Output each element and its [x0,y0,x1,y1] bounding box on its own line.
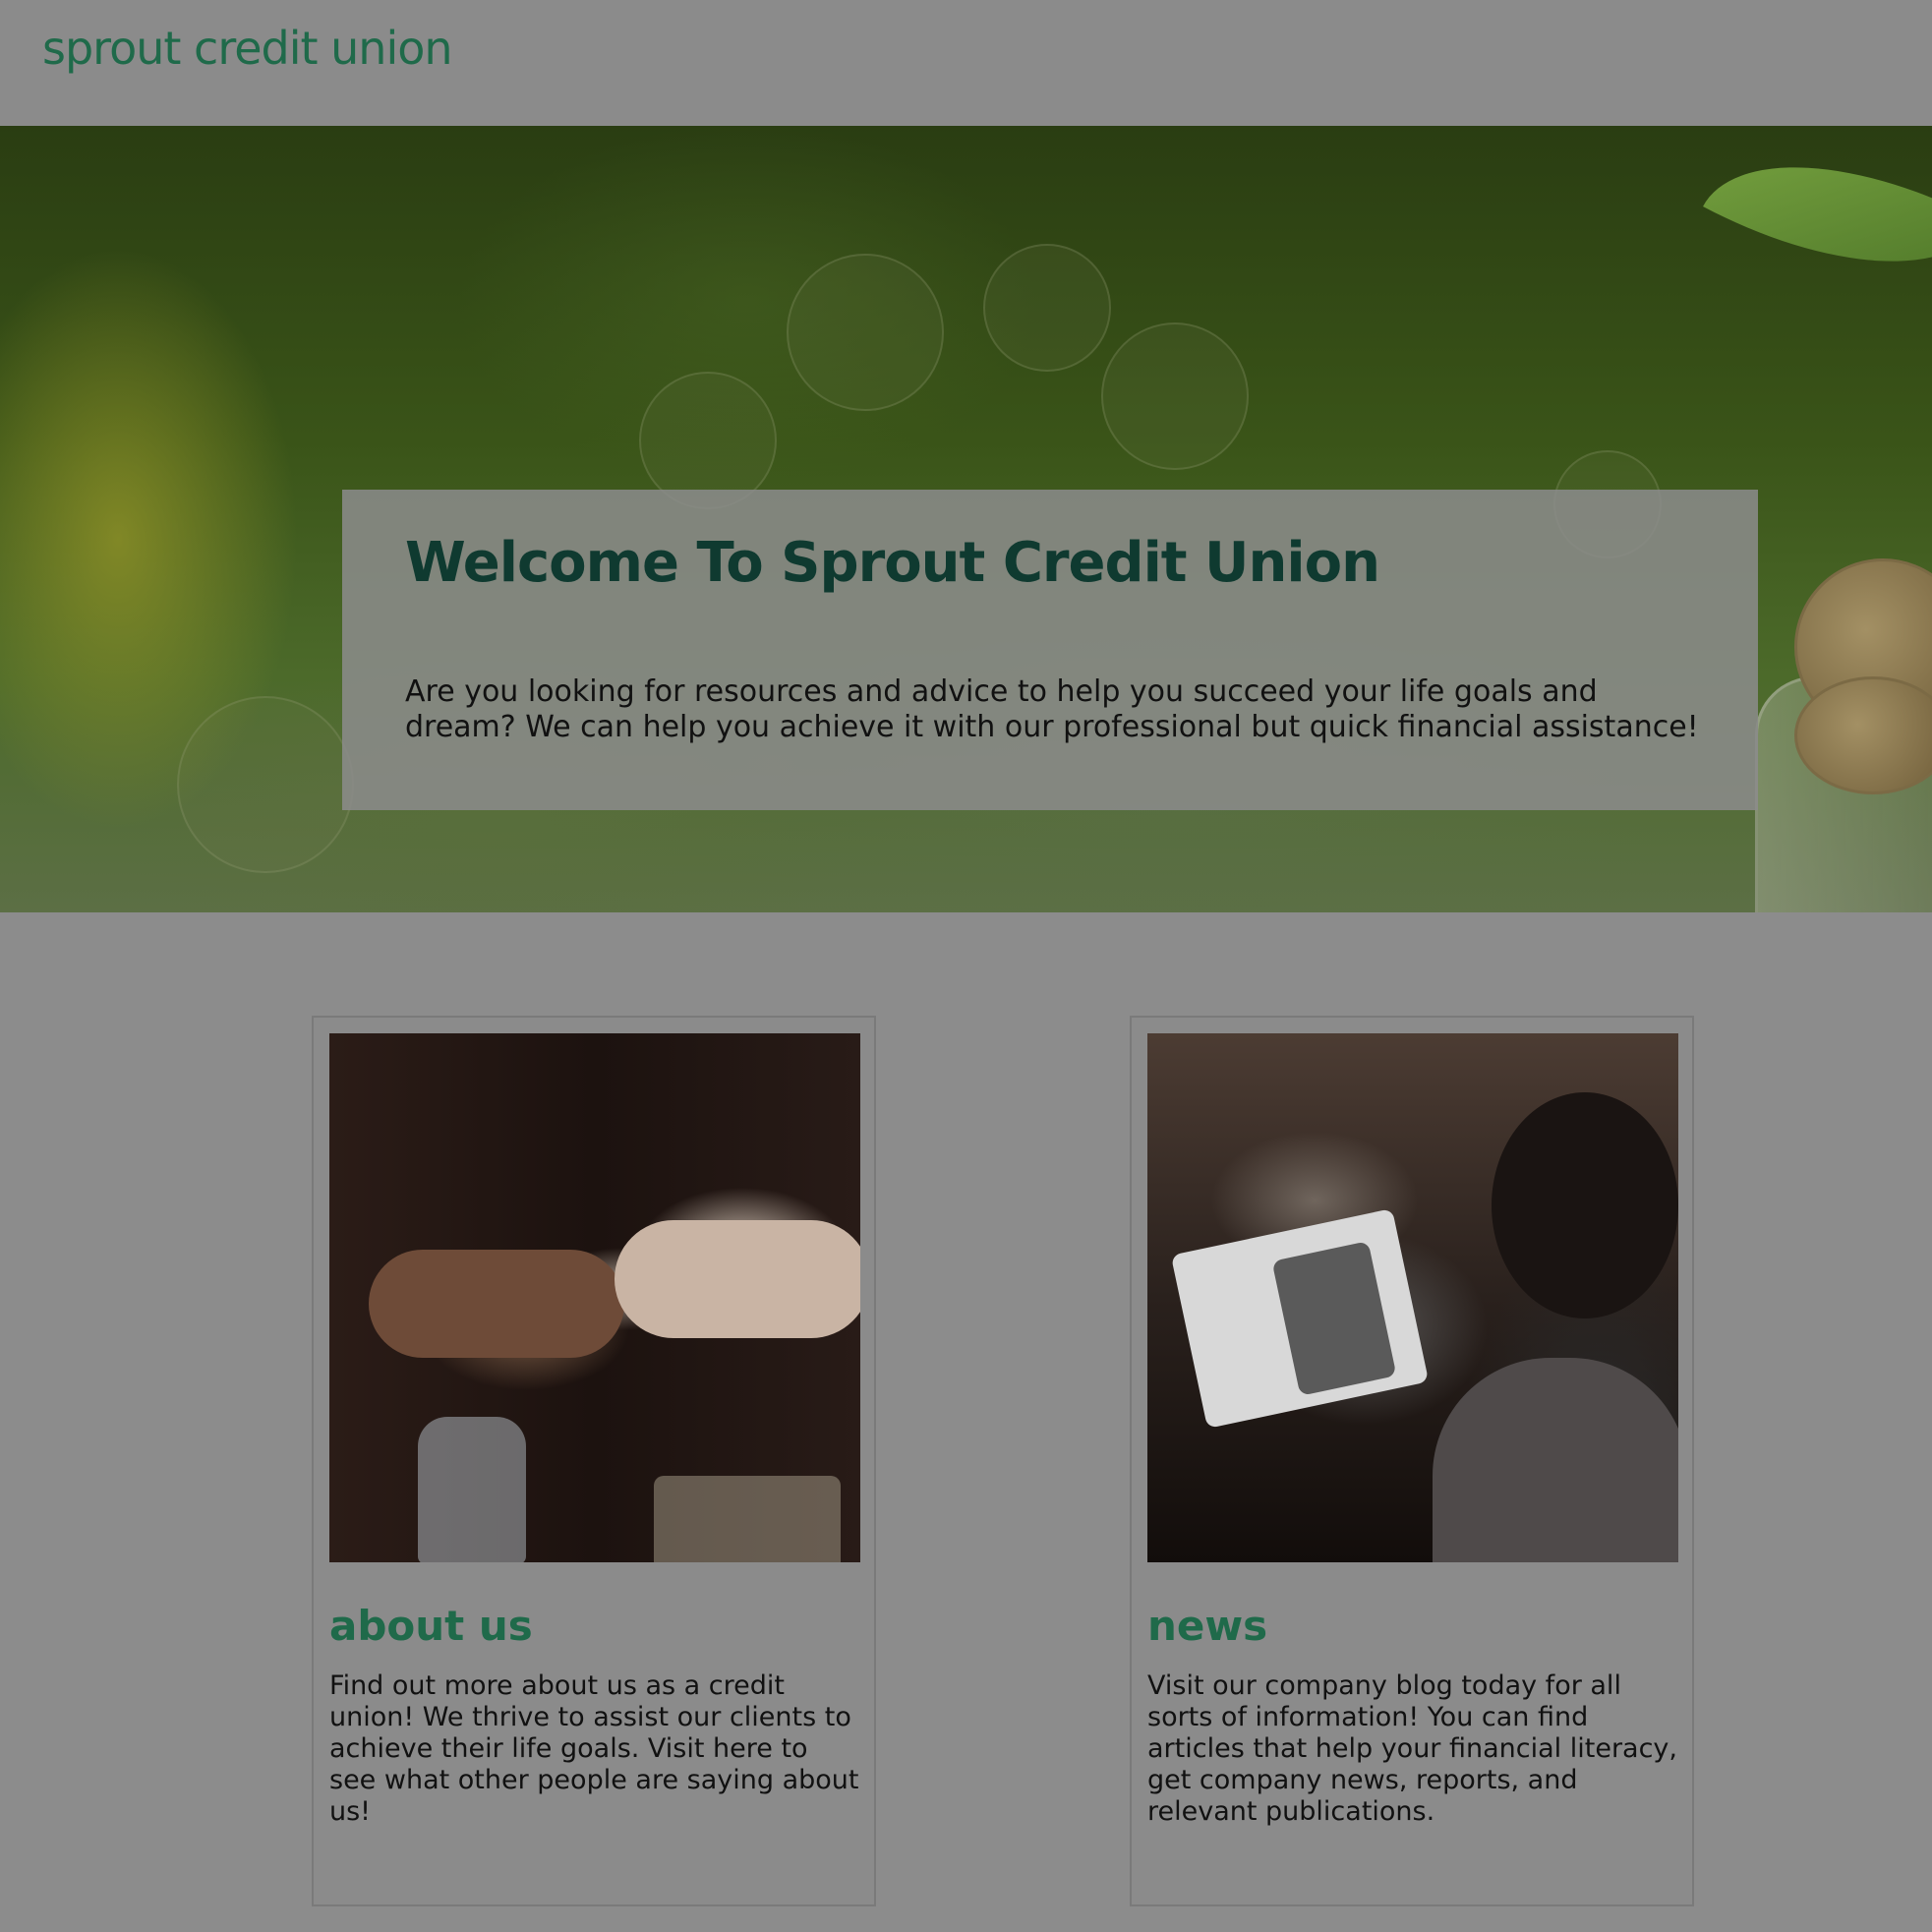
bokeh-light [983,244,1111,372]
site-logo[interactable]: sprout credit union [42,26,453,71]
arm-shape [369,1250,624,1358]
bokeh-light [177,696,354,873]
hero-description: Are you looking for resources and advice… [405,674,1699,744]
site-header: sprout credit union [0,0,1932,126]
team-fist-bump-image [329,1033,860,1562]
hero-title: Welcome To Sprout Credit Union [405,531,1380,595]
water-bottle-shape [418,1417,526,1562]
card-title[interactable]: about us [329,1606,533,1647]
card-title[interactable]: news [1147,1606,1267,1647]
arm-shape [615,1220,860,1338]
hero-section: Welcome To Sprout Credit Union Are you l… [0,126,1932,912]
jar-shape [654,1476,841,1562]
card-description: Visit our company blog today for all sor… [1147,1670,1677,1827]
person-reading-magazine-image [1147,1033,1678,1562]
card-news[interactable]: news Visit our company blog today for al… [1130,1016,1694,1906]
bokeh-light [639,372,777,509]
bokeh-light [1101,322,1249,470]
card-description: Find out more about us as a credit union… [329,1670,859,1827]
bokeh-light [787,254,944,411]
person-head-shape [1492,1092,1678,1318]
hero-panel: Welcome To Sprout Credit Union Are you l… [342,490,1758,810]
person-shoulder-shape [1433,1358,1678,1562]
leaf-decoration [1703,126,1932,327]
card-about-us[interactable]: about us Find out more about us as a cre… [312,1016,876,1906]
